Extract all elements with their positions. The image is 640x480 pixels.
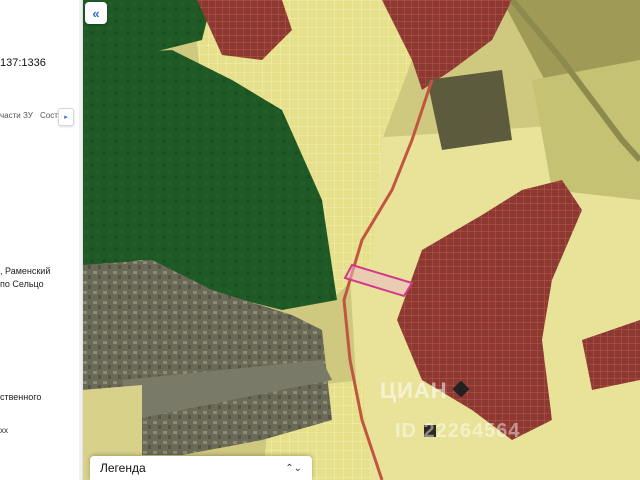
caret-right-icon: ▸ <box>64 114 68 121</box>
cadastral-map[interactable] <box>82 0 640 480</box>
tab-composition[interactable]: Сост <box>40 111 58 120</box>
info-panel: 137:1336 части ЗУ Сост ▸ , Раменский по … <box>0 0 83 480</box>
watermark-logo: ЦИАН <box>380 378 448 403</box>
panel-scrollbar[interactable] <box>79 0 82 480</box>
ownership-text: ственного <box>0 392 42 402</box>
tabs-scroll-right-button[interactable]: ▸ <box>58 108 74 126</box>
address-line-1: , Раменский <box>0 266 51 276</box>
double-chevron-left-icon: « <box>92 5 100 21</box>
tab-parts[interactable]: части ЗУ <box>0 111 33 120</box>
watermark-id: ID 22264564 <box>395 420 521 442</box>
collapse-panel-button[interactable]: « <box>85 2 107 24</box>
industrial-patch <box>427 70 512 150</box>
address-line-2: по Сельцо <box>0 279 44 289</box>
map-imagery <box>82 0 640 480</box>
legend-label: Легенда <box>100 461 146 475</box>
legend-dropdown[interactable]: Легенда ⌃⌄ <box>90 456 312 480</box>
cadastral-number: 137:1336 <box>0 57 46 69</box>
up-down-chevron-icon: ⌃⌄ <box>285 462 302 474</box>
misc-text: хх <box>0 426 8 435</box>
